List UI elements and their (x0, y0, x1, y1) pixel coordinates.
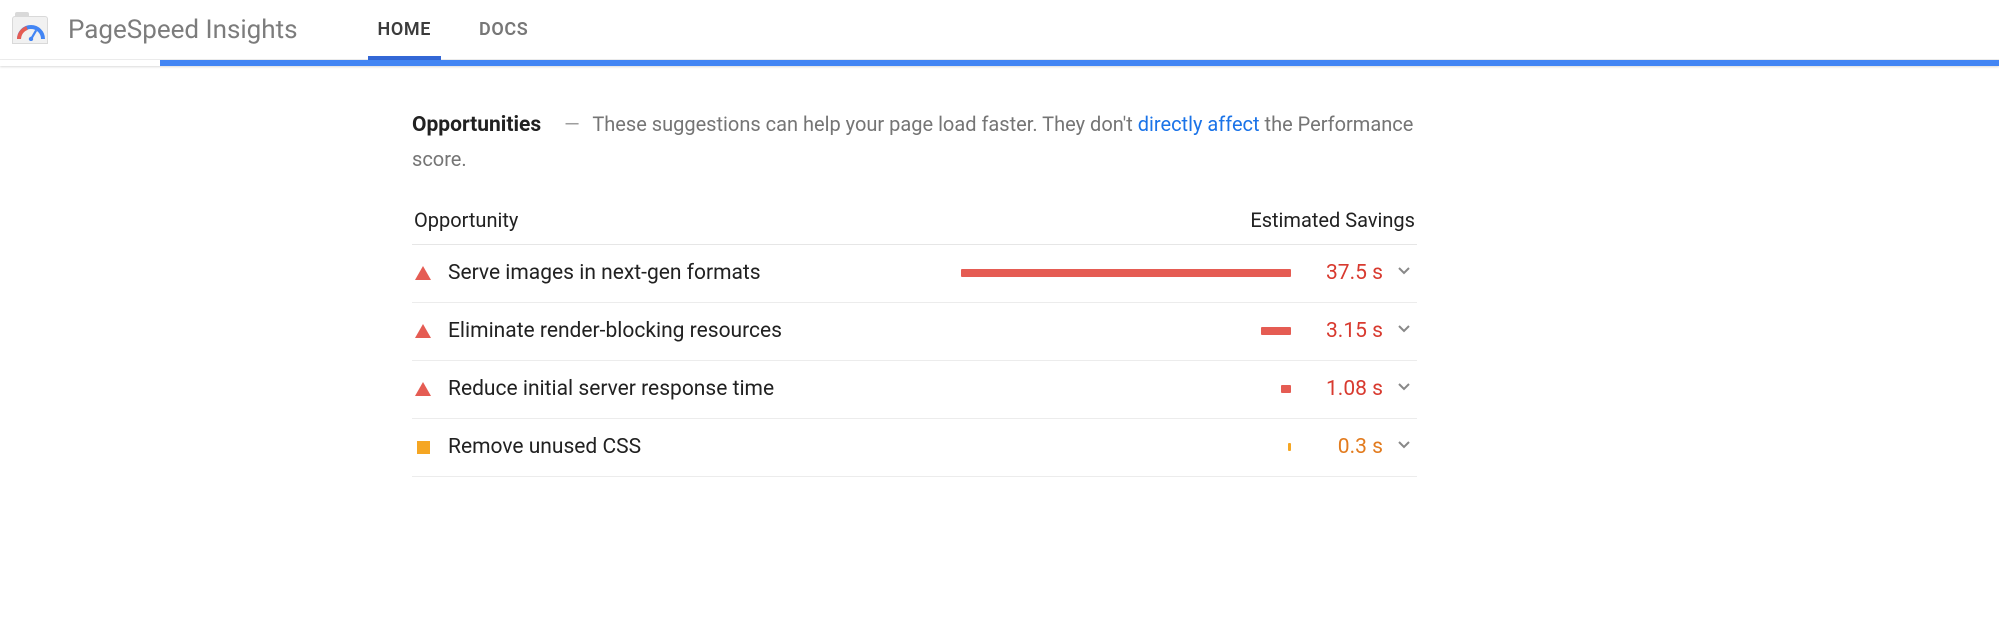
tab-home[interactable]: HOME (378, 0, 431, 59)
opportunity-label: Eliminate render-blocking resources (448, 319, 782, 343)
opportunities-section: Opportunities — These suggestions can he… (412, 66, 1417, 477)
opportunity-row[interactable]: Eliminate render-blocking resources 3.15 … (412, 303, 1417, 361)
section-intro-text-1: These suggestions can help your page loa… (592, 112, 1137, 136)
col-opportunity: Opportunity (414, 208, 518, 232)
opportunity-row[interactable]: Reduce initial server response time 1.08 … (412, 361, 1417, 419)
triangle-fail-icon (412, 266, 434, 280)
dash-separator: — (564, 112, 580, 136)
app-header: PageSpeed Insights HOME DOCS (0, 0, 1999, 60)
opportunity-row[interactable]: Remove unused CSS 0.3 s (412, 419, 1417, 477)
savings-bar (961, 269, 1291, 277)
pagespeed-logo-icon (12, 16, 48, 44)
savings-value: 0.3 s (1305, 435, 1383, 459)
chevron-down-icon[interactable] (1391, 322, 1417, 340)
square-warn-icon (412, 441, 434, 454)
triangle-fail-icon (412, 324, 434, 338)
savings-value: 1.08 s (1305, 377, 1383, 401)
savings-value: 37.5 s (1305, 261, 1383, 285)
opportunity-label: Remove unused CSS (448, 435, 641, 459)
savings-value: 3.15 s (1305, 319, 1383, 343)
tab-docs[interactable]: DOCS (479, 0, 528, 59)
opportunities-list: Serve images in next-gen formats 37.5 s El… (412, 245, 1417, 477)
chevron-down-icon[interactable] (1391, 264, 1417, 282)
chevron-down-icon[interactable] (1391, 438, 1417, 456)
triangle-fail-icon (412, 382, 434, 396)
table-header: Opportunity Estimated Savings (412, 202, 1417, 245)
col-savings: Estimated Savings (1250, 208, 1415, 232)
savings-bar (961, 385, 1291, 393)
chevron-down-icon[interactable] (1391, 380, 1417, 398)
directly-affect-link[interactable]: directly affect (1138, 112, 1260, 136)
opportunity-label: Serve images in next-gen formats (448, 261, 761, 285)
header-accent-bar (0, 60, 1999, 66)
nav-tabs: HOME DOCS (378, 0, 529, 59)
savings-bar (961, 327, 1291, 335)
opportunity-row[interactable]: Serve images in next-gen formats 37.5 s (412, 245, 1417, 303)
section-title: Opportunities (412, 113, 541, 137)
section-intro: Opportunities — These suggestions can he… (412, 108, 1417, 176)
savings-bar (961, 443, 1291, 451)
app-title: PageSpeed Insights (68, 15, 298, 45)
opportunity-label: Reduce initial server response time (448, 377, 774, 401)
